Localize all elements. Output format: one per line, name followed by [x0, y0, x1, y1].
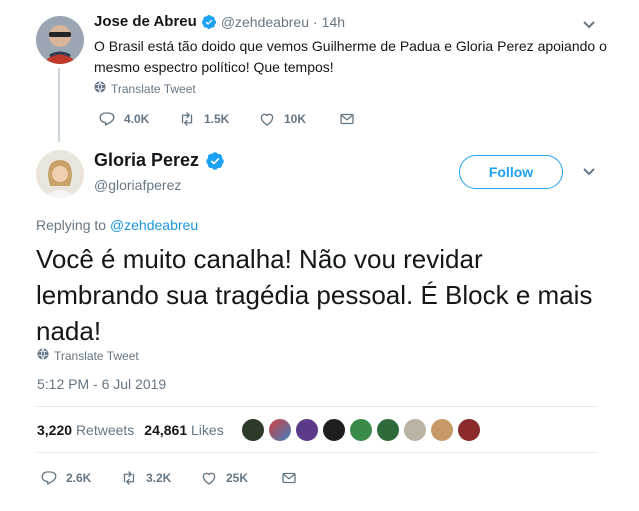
- tweet-timestamp[interactable]: 5:12 PM - 6 Jul 2019: [37, 376, 166, 392]
- globe-icon: [94, 80, 106, 98]
- time-separator: ·: [312, 13, 318, 30]
- retweets-label: Retweets: [75, 422, 135, 438]
- parent-reply-button[interactable]: 4.0K: [98, 110, 149, 128]
- likes-stat[interactable]: 24,861 Likes: [144, 422, 223, 438]
- parent-age[interactable]: 14h: [322, 14, 345, 30]
- liker-avatar[interactable]: [403, 418, 427, 442]
- reply-icon: [99, 112, 115, 126]
- liker-avatar[interactable]: [376, 418, 400, 442]
- translate-label: Translate Tweet: [54, 349, 139, 363]
- parent-retweet-button[interactable]: 1.5K: [178, 110, 229, 128]
- main-like-count: 25K: [226, 471, 249, 485]
- main-display-name[interactable]: Gloria Perez: [94, 150, 199, 171]
- replying-to: Replying to @zehdeabreu: [36, 217, 198, 233]
- main-tweet-text: Você é muito canalha! Não vou revidar le…: [36, 244, 593, 346]
- like-total: 24,861: [144, 422, 188, 438]
- replying-prefix: Replying to: [36, 217, 107, 233]
- parent-dm-button[interactable]: [338, 110, 356, 128]
- main-dm-button[interactable]: [280, 469, 298, 487]
- likes-label: Likes: [191, 422, 224, 438]
- avatar-jose[interactable]: [36, 16, 84, 64]
- main-handle[interactable]: @gloriafperez: [94, 177, 181, 193]
- heart-icon: [260, 113, 274, 126]
- avatar-gloria-image: [36, 150, 84, 198]
- liker-avatar[interactable]: [349, 418, 373, 442]
- parent-translate[interactable]: Translate Tweet: [94, 80, 196, 98]
- avatar-gloria[interactable]: [36, 150, 84, 198]
- avatar-jose-image: [36, 16, 84, 64]
- heart-icon: [202, 472, 216, 485]
- replying-handle-link[interactable]: @zehdeabreu: [110, 217, 198, 233]
- liker-avatar[interactable]: [430, 418, 454, 442]
- main-translate[interactable]: Translate Tweet: [37, 347, 139, 365]
- divider-top: [36, 406, 598, 407]
- parent-handle[interactable]: @zehdeabreu: [221, 14, 309, 30]
- translate-label: Translate Tweet: [111, 82, 196, 96]
- retweet-icon: [123, 471, 135, 485]
- main-retweet-count: 3.2K: [146, 471, 172, 485]
- liker-avatar[interactable]: [268, 418, 292, 442]
- liker-avatar[interactable]: [295, 418, 319, 442]
- parent-tweet-text: O Brasil está tão doido que vemos Guilhe…: [94, 38, 607, 75]
- follow-button[interactable]: Follow: [459, 155, 563, 189]
- divider-bottom: [36, 452, 598, 453]
- thread-line: [58, 68, 60, 142]
- liker-avatar[interactable]: [457, 418, 481, 442]
- likers-avatar-row: [241, 418, 481, 442]
- main-reply-count: 2.6K: [66, 471, 92, 485]
- parent-like-button[interactable]: 10K: [258, 110, 306, 128]
- parent-like-count: 10K: [284, 112, 307, 126]
- main-retweet-button[interactable]: 3.2K: [120, 469, 171, 487]
- liker-avatar[interactable]: [241, 418, 265, 442]
- envelope-icon: [282, 472, 296, 484]
- parent-caret-icon[interactable]: [580, 16, 598, 34]
- liker-avatar[interactable]: [322, 418, 346, 442]
- main-like-button[interactable]: 25K: [200, 469, 248, 487]
- parent-retweet-count: 1.5K: [204, 112, 230, 126]
- globe-icon: [37, 347, 49, 365]
- verified-badge-icon: [205, 151, 225, 171]
- main-reply-button[interactable]: 2.6K: [40, 469, 91, 487]
- reply-icon: [41, 471, 57, 485]
- main-caret-icon[interactable]: [580, 163, 598, 181]
- retweet-total: 3,220: [37, 422, 73, 438]
- retweet-icon: [181, 112, 193, 126]
- parent-display-name[interactable]: Jose de Abreu: [94, 13, 197, 30]
- parent-reply-count: 4.0K: [124, 112, 150, 126]
- retweets-stat[interactable]: 3,220 Retweets: [37, 422, 134, 438]
- envelope-icon: [340, 113, 354, 125]
- verified-badge-icon: [201, 14, 217, 30]
